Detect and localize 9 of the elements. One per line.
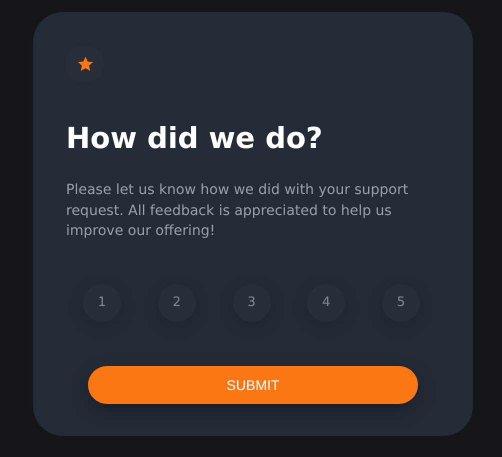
card-description: Please let us know how we did with your support request. All feedback is appreciated to help us improve our offering! (66, 181, 410, 241)
rating-button[interactable]: 4 (307, 284, 346, 322)
rating-button[interactable]: 2 (158, 284, 196, 322)
card-title: How did we do? (66, 120, 324, 157)
star-icon (76, 56, 94, 72)
rating-button[interactable]: 1 (83, 284, 121, 322)
rating-button[interactable]: 5 (382, 284, 420, 322)
submit-button[interactable]: SUBMIT (88, 366, 418, 404)
rating-button[interactable]: 3 (232, 284, 270, 322)
